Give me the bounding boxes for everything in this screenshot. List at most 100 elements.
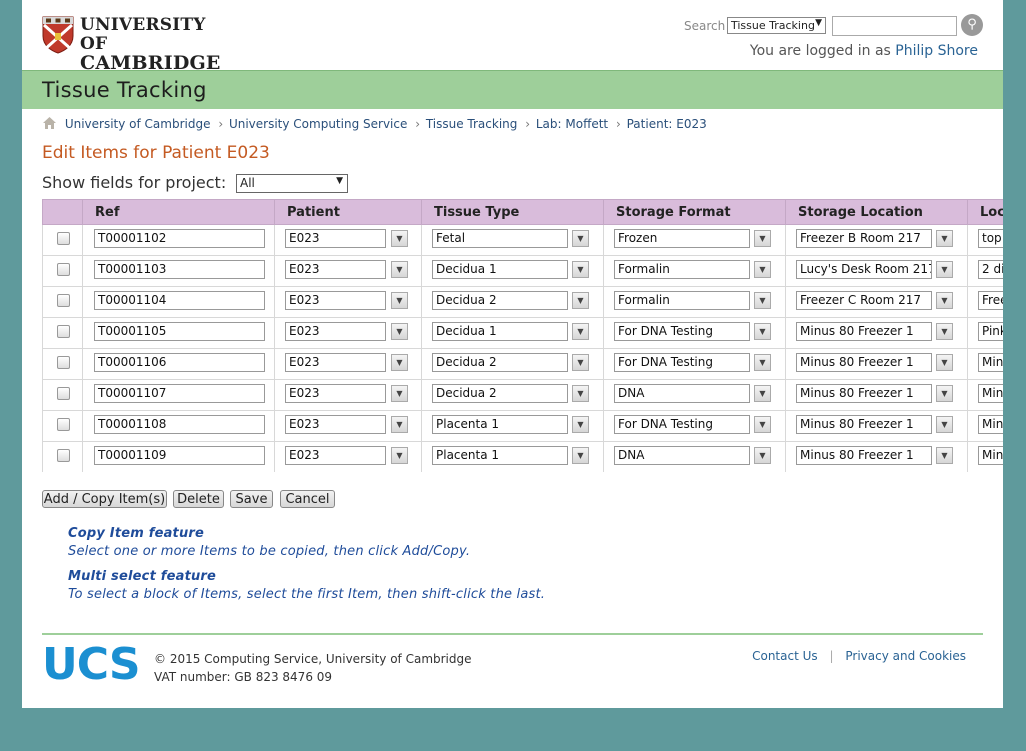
storage-format-dropdown-button[interactable]: ▼ xyxy=(754,385,771,402)
storage-location-input[interactable]: Minus 80 Freezer 1 xyxy=(796,446,932,465)
patient-input[interactable]: E023 xyxy=(285,446,386,465)
ref-input[interactable]: T00001104 xyxy=(94,291,265,310)
storage-format-input[interactable]: Formalin xyxy=(614,260,750,279)
storage-location-dropdown-button[interactable]: ▼ xyxy=(936,261,953,278)
row-checkbox[interactable] xyxy=(57,418,70,431)
search-button[interactable]: ⚲ xyxy=(961,14,983,36)
storage-location-dropdown-button[interactable]: ▼ xyxy=(936,385,953,402)
tissue-type-dropdown-button[interactable]: ▼ xyxy=(572,230,589,247)
patient-dropdown-button[interactable]: ▼ xyxy=(391,447,408,464)
tissue-type-input[interactable]: Decidua 2 xyxy=(432,291,568,310)
storage-location-input[interactable]: Minus 80 Freezer 1 xyxy=(796,415,932,434)
search-scope-select[interactable]: Tissue Tracking ▼ xyxy=(727,17,826,34)
row-checkbox[interactable] xyxy=(57,325,70,338)
row-checkbox[interactable] xyxy=(57,356,70,369)
patient-dropdown-button[interactable]: ▼ xyxy=(391,230,408,247)
patient-input[interactable]: E023 xyxy=(285,260,386,279)
patient-input[interactable]: E023 xyxy=(285,291,386,310)
storage-location-input[interactable]: Minus 80 Freezer 1 xyxy=(796,384,932,403)
tissue-type-dropdown-button[interactable]: ▼ xyxy=(572,416,589,433)
tissue-type-input[interactable]: Decidua 1 xyxy=(432,322,568,341)
storage-location-dropdown-button[interactable]: ▼ xyxy=(936,292,953,309)
storage-format-dropdown-button[interactable]: ▼ xyxy=(754,230,771,247)
row-checkbox[interactable] xyxy=(57,263,70,276)
project-select[interactable]: All ▼ xyxy=(236,174,348,193)
university-logo[interactable]: UNIVERSITY OF CAMBRIDGE xyxy=(42,16,222,73)
save-button[interactable]: Save xyxy=(230,490,273,508)
storage-location-dropdown-button[interactable]: ▼ xyxy=(936,230,953,247)
contact-us-link[interactable]: Contact Us xyxy=(752,649,818,663)
breadcrumb-item-patient[interactable]: Patient: E023 xyxy=(627,117,707,131)
cancel-button[interactable]: Cancel xyxy=(280,490,335,508)
location-detail-input[interactable]: Minus 8 xyxy=(978,446,1003,465)
storage-location-dropdown-button[interactable]: ▼ xyxy=(936,447,953,464)
tissue-type-input[interactable]: Placenta 1 xyxy=(432,415,568,434)
storage-format-dropdown-button[interactable]: ▼ xyxy=(754,447,771,464)
tissue-type-input[interactable]: Decidua 2 xyxy=(432,353,568,372)
storage-format-dropdown-button[interactable]: ▼ xyxy=(754,323,771,340)
items-table-container[interactable]: Ref Patient Tissue Type Storage Format S… xyxy=(42,199,1003,472)
row-checkbox[interactable] xyxy=(57,387,70,400)
ref-input[interactable]: T00001105 xyxy=(94,322,265,341)
ucs-logo[interactable]: UCS xyxy=(42,643,141,687)
location-detail-input[interactable]: Minus 8 xyxy=(978,384,1003,403)
storage-location-dropdown-button[interactable]: ▼ xyxy=(936,416,953,433)
storage-format-dropdown-button[interactable]: ▼ xyxy=(754,292,771,309)
storage-location-input[interactable]: Minus 80 Freezer 1 xyxy=(796,322,932,341)
breadcrumb-item-tissue-tracking[interactable]: Tissue Tracking xyxy=(426,117,518,131)
ref-input[interactable]: T00001109 xyxy=(94,446,265,465)
patient-dropdown-button[interactable]: ▼ xyxy=(391,416,408,433)
ref-input[interactable]: T00001107 xyxy=(94,384,265,403)
patient-dropdown-button[interactable]: ▼ xyxy=(391,323,408,340)
patient-input[interactable]: E023 xyxy=(285,384,386,403)
patient-input[interactable]: E023 xyxy=(285,229,386,248)
patient-input[interactable]: E023 xyxy=(285,415,386,434)
tissue-type-input[interactable]: Placenta 1 xyxy=(432,446,568,465)
location-detail-input[interactable]: Minus 8 xyxy=(978,353,1003,372)
storage-format-input[interactable]: DNA xyxy=(614,446,750,465)
delete-button[interactable]: Delete xyxy=(173,490,224,508)
breadcrumb-item-computing-service[interactable]: University Computing Service xyxy=(229,117,407,131)
patient-dropdown-button[interactable]: ▼ xyxy=(391,385,408,402)
tissue-type-dropdown-button[interactable]: ▼ xyxy=(572,447,589,464)
storage-location-input[interactable]: Lucy's Desk Room 217 xyxy=(796,260,932,279)
storage-format-dropdown-button[interactable]: ▼ xyxy=(754,261,771,278)
ref-input[interactable]: T00001103 xyxy=(94,260,265,279)
home-icon[interactable] xyxy=(42,116,57,130)
tissue-type-dropdown-button[interactable]: ▼ xyxy=(572,261,589,278)
tissue-type-input[interactable]: Decidua 2 xyxy=(432,384,568,403)
tissue-type-dropdown-button[interactable]: ▼ xyxy=(572,354,589,371)
location-detail-input[interactable]: Minus 8 xyxy=(978,415,1003,434)
add-copy-items-button[interactable]: Add / Copy Item(s) xyxy=(42,490,167,508)
location-detail-input[interactable]: 2 dishes xyxy=(978,260,1003,279)
patient-dropdown-button[interactable]: ▼ xyxy=(391,354,408,371)
storage-location-input[interactable]: Freezer C Room 217 xyxy=(796,291,932,310)
storage-location-dropdown-button[interactable]: ▼ xyxy=(936,354,953,371)
breadcrumb-item-university[interactable]: University of Cambridge xyxy=(65,117,211,131)
tissue-type-dropdown-button[interactable]: ▼ xyxy=(572,292,589,309)
row-checkbox[interactable] xyxy=(57,294,70,307)
storage-format-dropdown-button[interactable]: ▼ xyxy=(754,416,771,433)
ref-input[interactable]: T00001108 xyxy=(94,415,265,434)
location-detail-input[interactable]: top of fr xyxy=(978,229,1003,248)
search-input[interactable] xyxy=(832,16,957,36)
storage-format-input[interactable]: Formalin xyxy=(614,291,750,310)
tissue-type-input[interactable]: Decidua 1 xyxy=(432,260,568,279)
storage-location-input[interactable]: Minus 80 Freezer 1 xyxy=(796,353,932,372)
storage-format-input[interactable]: For DNA Testing xyxy=(614,415,750,434)
ref-input[interactable]: T00001106 xyxy=(94,353,265,372)
row-checkbox[interactable] xyxy=(57,232,70,245)
tissue-type-dropdown-button[interactable]: ▼ xyxy=(572,385,589,402)
storage-location-dropdown-button[interactable]: ▼ xyxy=(936,323,953,340)
storage-format-input[interactable]: For DNA Testing xyxy=(614,353,750,372)
patient-dropdown-button[interactable]: ▼ xyxy=(391,292,408,309)
row-checkbox[interactable] xyxy=(57,449,70,462)
tissue-type-dropdown-button[interactable]: ▼ xyxy=(572,323,589,340)
ref-input[interactable]: T00001102 xyxy=(94,229,265,248)
breadcrumb-item-lab[interactable]: Lab: Moffett xyxy=(536,117,608,131)
storage-location-input[interactable]: Freezer B Room 217 xyxy=(796,229,932,248)
location-detail-input[interactable]: Pink bo xyxy=(978,322,1003,341)
storage-format-input[interactable]: For DNA Testing xyxy=(614,322,750,341)
tissue-type-input[interactable]: Fetal xyxy=(432,229,568,248)
patient-input[interactable]: E023 xyxy=(285,353,386,372)
